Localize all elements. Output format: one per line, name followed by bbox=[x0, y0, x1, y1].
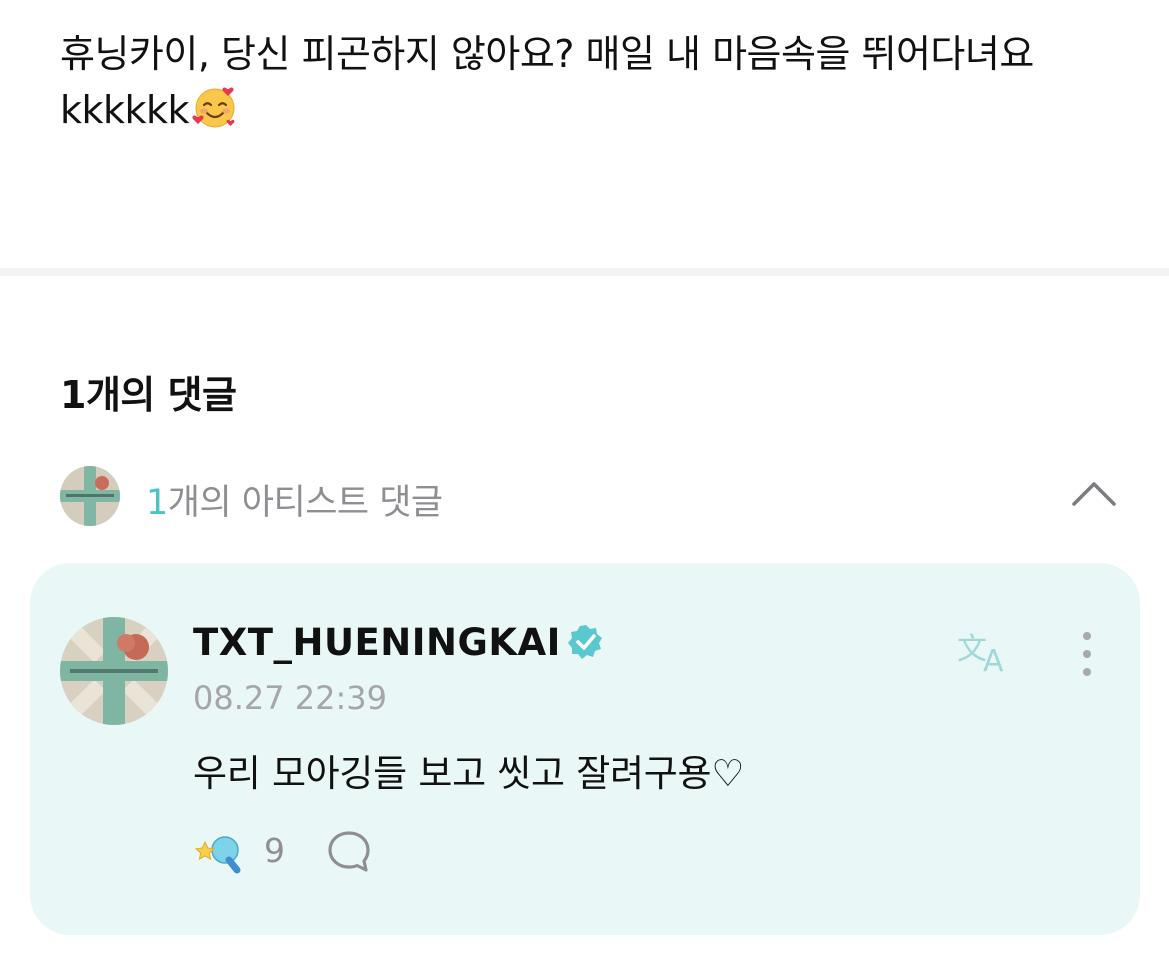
lightstick-reaction-icon[interactable] bbox=[193, 828, 245, 876]
section-divider bbox=[0, 268, 1169, 276]
more-options-icon[interactable] bbox=[1070, 629, 1104, 679]
txt-logo-icon bbox=[60, 617, 168, 725]
translate-icon[interactable]: 文 A bbox=[955, 625, 1017, 677]
comments-title: 1개의 댓글 bbox=[60, 373, 237, 417]
commenter-avatar[interactable] bbox=[60, 617, 168, 725]
artist-comment-count-suffix: 개의 아티스트 댓글 bbox=[167, 483, 443, 523]
artist-comment-card: TXT_HUENINGKAI 08.27 22:39 文 A 우리 모아깅들 보… bbox=[30, 563, 1140, 935]
txt-logo-icon bbox=[60, 466, 120, 526]
artist-avatar bbox=[60, 466, 120, 526]
reaction-count: 9 bbox=[264, 831, 285, 870]
comment-text: 우리 모아깅들 보고 씻고 잘려구용♡ bbox=[193, 752, 745, 795]
commenter-username[interactable]: TXT_HUENINGKAI bbox=[193, 621, 605, 664]
artist-comments-toggle[interactable]: 1개의 아티스트 댓글 bbox=[60, 466, 1118, 526]
svg-text:A: A bbox=[983, 644, 1004, 677]
smiling-face-with-hearts-icon bbox=[192, 87, 235, 128]
chevron-up-icon[interactable] bbox=[1070, 474, 1118, 514]
verified-badge-icon bbox=[567, 625, 602, 659]
commenter-username-text: TXT_HUENINGKAI bbox=[193, 621, 561, 664]
artist-comment-count: 1개의 아티스트 댓글 bbox=[146, 474, 443, 525]
artist-comment-count-number: 1 bbox=[146, 483, 168, 523]
comment-timestamp: 08.27 22:39 bbox=[193, 679, 387, 717]
reply-bubble-icon[interactable] bbox=[326, 829, 372, 875]
post-body: 휴닝카이, 당신 피곤하지 않아요? 매일 내 마음속을 뛰어다녀요kkkkkk bbox=[60, 26, 1100, 138]
